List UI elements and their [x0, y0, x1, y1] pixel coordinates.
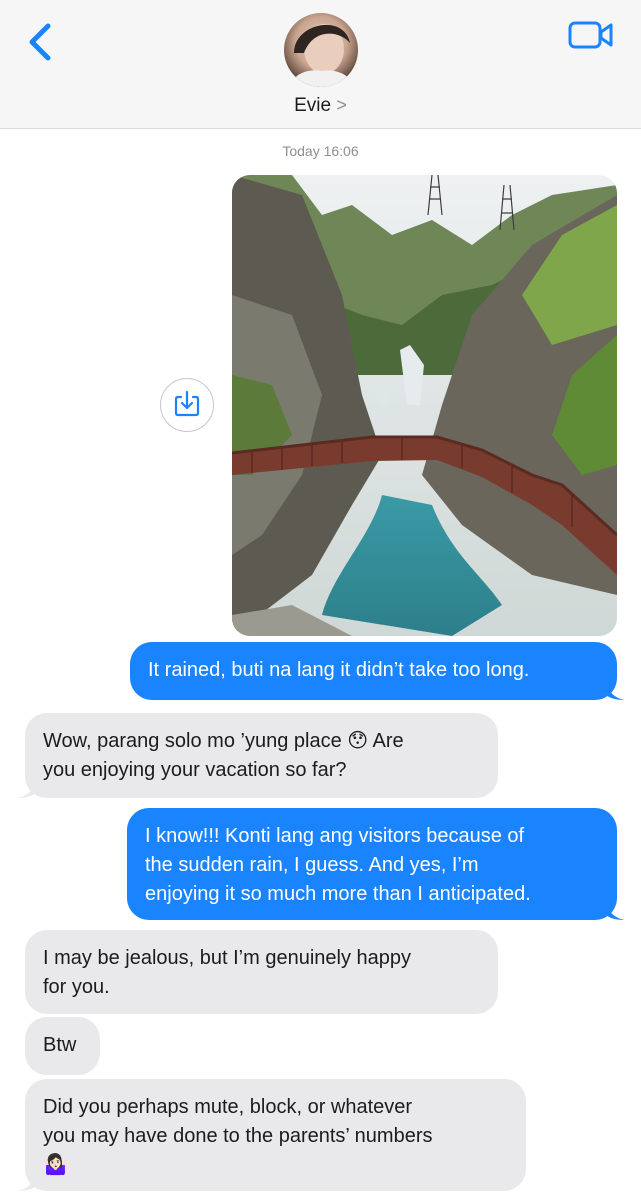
message-line: you enjoying your vacation so far?: [43, 759, 347, 781]
incoming-message[interactable]: I may be jealous, but I’m genuinely happ…: [25, 930, 498, 1014]
bubble-tail: [17, 1169, 37, 1191]
chevron-left-icon: [29, 23, 51, 61]
bubble-tail: [17, 776, 37, 798]
gorge-waterfall-photo: [232, 175, 617, 636]
back-button[interactable]: [22, 18, 62, 66]
message-line: the sudden rain, I guess. And yes, I’m: [145, 854, 479, 876]
bubble-tail: [605, 678, 625, 700]
message-line: I may be jealous, but I’m genuinely happ…: [43, 947, 411, 969]
message-line: I know!!! Konti lang ang visitors becaus…: [145, 825, 525, 847]
message-text: Btw: [43, 1034, 77, 1056]
bubble-tail: [605, 898, 625, 920]
incoming-message[interactable]: Wow, parang solo mo ’yung place 😯 Are yo…: [17, 713, 498, 798]
message-text: It rained, buti na lang it didn’t take t…: [148, 659, 530, 681]
contact-name-button[interactable]: Evie >: [0, 95, 641, 117]
avatar[interactable]: [284, 13, 358, 87]
message-line: Wow, parang solo mo ’yung place 😯 Are: [43, 730, 404, 752]
facetime-button[interactable]: [567, 18, 615, 52]
incoming-message[interactable]: Did you perhaps mute, block, or whatever…: [17, 1079, 526, 1191]
message-line: for you.: [43, 976, 110, 998]
outgoing-message[interactable]: It rained, buti na lang it didn’t take t…: [130, 642, 625, 700]
photo-message[interactable]: [232, 175, 617, 636]
contact-name: Evie: [294, 95, 332, 116]
message-line: you may have done to the parents’ number…: [43, 1125, 433, 1147]
message-line: 🤷🏻‍♀️: [43, 1154, 68, 1176]
outgoing-message[interactable]: I know!!! Konti lang ang visitors becaus…: [127, 808, 625, 920]
message-line: Did you perhaps mute, block, or whatever: [43, 1096, 413, 1118]
message-line: enjoying it so much more than I anticipa…: [145, 883, 531, 905]
video-camera-icon: [568, 21, 613, 49]
conversation-header: Evie >: [0, 0, 641, 129]
incoming-message[interactable]: Btw: [25, 1017, 100, 1075]
download-icon: [174, 390, 200, 417]
save-photo-button[interactable]: [160, 378, 214, 432]
message-timestamp: Today 16:06: [282, 143, 359, 159]
chevron-right-icon: >: [336, 95, 347, 115]
